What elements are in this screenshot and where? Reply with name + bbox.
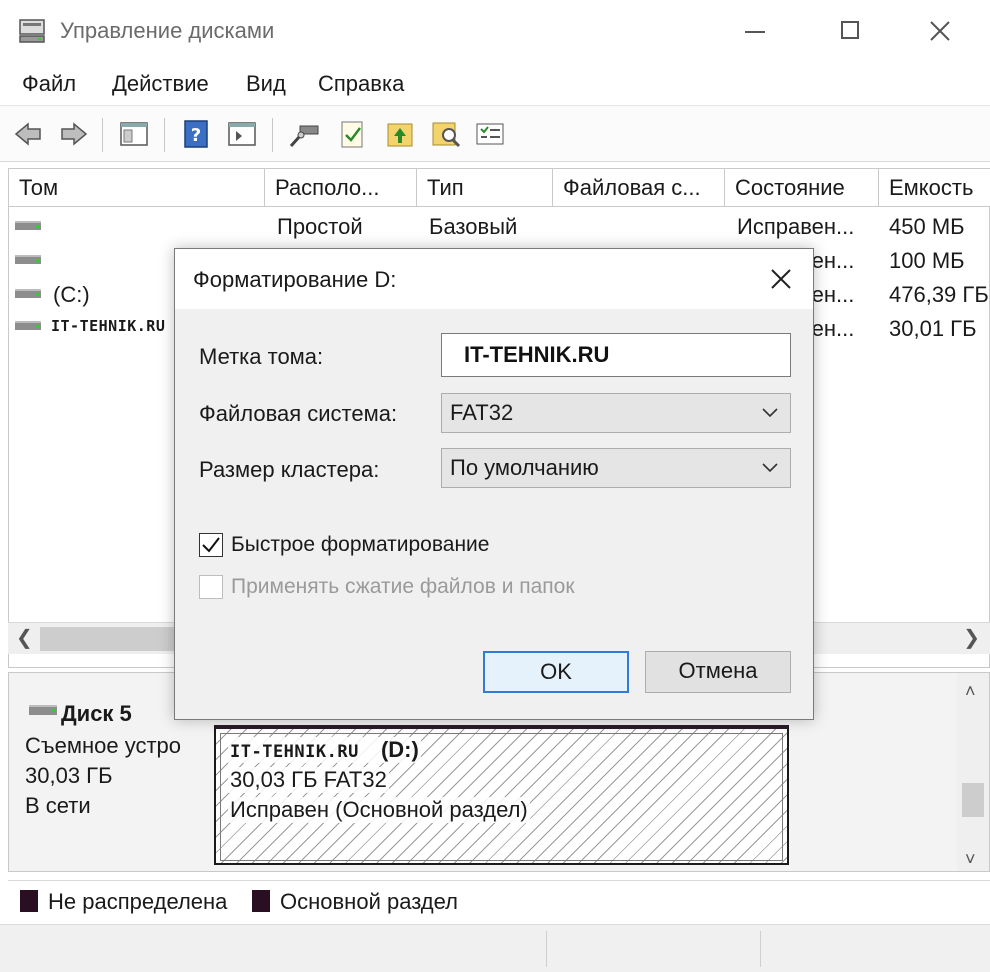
volume-icon <box>15 255 41 264</box>
partition-size-fs: 30,03 ГБ FAT32 <box>228 767 389 793</box>
disk-state: В сети <box>25 793 91 818</box>
cancel-button[interactable]: Отмена <box>645 651 791 693</box>
maximize-button[interactable] <box>830 14 870 48</box>
toolbar: ? <box>0 106 990 162</box>
disk-type: Съемное устро <box>25 733 182 758</box>
action-pane-icon[interactable] <box>226 118 258 150</box>
cell-capacity: 450 МБ <box>889 214 965 239</box>
cluster-size-select[interactable]: По умолчанию <box>441 448 791 488</box>
cell-volume: IT-TEHNIK.RU <box>51 317 166 335</box>
properties-icon[interactable] <box>336 118 368 150</box>
forward-icon[interactable] <box>58 118 90 150</box>
scroll-up-icon[interactable]: ˄ <box>965 681 976 702</box>
column-header-volume[interactable]: Том <box>9 169 265 207</box>
menu-view[interactable]: Вид <box>246 71 286 97</box>
filesystem-label: Файловая система: <box>199 401 398 426</box>
volume-label-input[interactable]: IT-TEHNIK.RU <box>441 333 791 377</box>
cell-status: Исправен... <box>737 214 855 239</box>
filesystem-value: FAT32 <box>450 400 514 425</box>
close-icon <box>771 269 791 289</box>
format-dialog: Форматирование D: Метка тома: IT-TEHNIK.… <box>174 248 814 720</box>
cluster-size-value: По умолчанию <box>450 455 599 480</box>
status-bar <box>0 924 990 972</box>
disk-management-icon <box>19 19 45 43</box>
partition-letter: (D:) <box>380 737 419 762</box>
cluster-size-label: Размер кластера: <box>199 457 380 482</box>
scroll-thumb[interactable] <box>962 783 984 817</box>
disk-size: 30,03 ГБ <box>25 763 113 788</box>
minimize-button[interactable] <box>735 14 775 48</box>
checkmark-icon <box>202 537 220 553</box>
menu-help[interactable]: Справка <box>318 71 404 97</box>
toolbar-separator <box>164 118 165 152</box>
status-separator <box>760 931 761 967</box>
chevron-down-icon <box>762 463 778 473</box>
volume-label-label: Метка тома: <box>199 344 324 369</box>
scroll-thumb[interactable] <box>40 627 180 651</box>
legend-unallocated: Не распределена <box>48 889 228 914</box>
vertical-scrollbar[interactable]: ˄ ˅ <box>957 673 989 871</box>
scroll-left-icon[interactable]: ❮ <box>16 625 33 650</box>
cell-capacity: 100 МБ <box>889 248 965 273</box>
legend-swatch-unallocated <box>20 890 38 912</box>
toolbar-separator <box>272 118 273 152</box>
dialog-title: Форматирование D: <box>193 267 397 292</box>
menu-action[interactable]: Действие <box>112 71 209 97</box>
chevron-down-icon <box>762 408 778 418</box>
partition-label: IT-TEHNIK.RU <box>230 742 359 762</box>
cell-capacity: 476,39 ГБ <box>889 282 989 307</box>
svg-text:?: ? <box>191 125 201 146</box>
legend: Не распределена Основной раздел <box>8 880 990 920</box>
volume-icon <box>15 321 41 330</box>
help-icon[interactable]: ? <box>180 118 212 150</box>
console-tree-icon[interactable] <box>118 118 150 150</box>
minimize-icon <box>745 31 765 33</box>
window-title: Управление дисками <box>60 18 275 43</box>
folder-up-icon[interactable] <box>384 118 416 150</box>
cell-type: Базовый <box>429 214 518 239</box>
folder-search-icon[interactable] <box>430 118 462 150</box>
dialog-close-button[interactable] <box>763 263 799 295</box>
connect-disk-icon[interactable] <box>288 118 320 150</box>
menu-bar: Файл Действие Вид Справка <box>0 62 990 106</box>
list-icon[interactable] <box>474 118 506 150</box>
disk-icon <box>29 705 57 715</box>
column-header-layout[interactable]: Располо... <box>265 169 417 207</box>
toolbar-separator <box>102 118 103 152</box>
legend-swatch-primary <box>252 890 270 912</box>
back-icon[interactable] <box>12 118 44 150</box>
cell-volume: (C:) <box>53 282 90 307</box>
quick-format-checkbox[interactable] <box>199 533 223 557</box>
compression-checkbox <box>199 575 223 599</box>
menu-file[interactable]: Файл <box>22 71 76 97</box>
close-icon <box>930 21 950 41</box>
volume-icon <box>15 289 41 298</box>
title-bar: Управление дисками <box>0 0 990 62</box>
column-header-status[interactable]: Состояние <box>725 169 879 207</box>
legend-primary: Основной раздел <box>280 889 458 914</box>
partition-d[interactable]: IT-TEHNIK.RU (D:) 30,03 ГБ FAT32 Исправе… <box>214 725 789 865</box>
column-header-type[interactable]: Тип <box>417 169 553 207</box>
cell-capacity: 30,01 ГБ <box>889 316 977 341</box>
partition-status: Исправен (Основной раздел) <box>228 797 530 823</box>
compression-label: Применять сжатие файлов и папок <box>231 575 575 598</box>
cell-layout: Простой <box>277 214 363 239</box>
close-button[interactable] <box>920 14 960 48</box>
dialog-title-bar: Форматирование D: <box>175 249 813 309</box>
scroll-down-icon[interactable]: ˅ <box>965 849 976 870</box>
filesystem-select[interactable]: FAT32 <box>441 393 791 433</box>
ok-button[interactable]: OK <box>483 651 629 693</box>
volume-icon <box>15 221 41 230</box>
partition-title: IT-TEHNIK.RU (D:) <box>228 737 421 763</box>
disk-name: Диск 5 <box>61 701 132 726</box>
column-header-filesystem[interactable]: Файловая с... <box>553 169 725 207</box>
status-separator <box>546 931 547 967</box>
maximize-icon <box>841 21 859 39</box>
quick-format-label[interactable]: Быстрое форматирование <box>231 533 489 557</box>
column-header-capacity[interactable]: Емкость <box>879 169 990 207</box>
scroll-right-icon[interactable]: ❯ <box>963 625 980 650</box>
